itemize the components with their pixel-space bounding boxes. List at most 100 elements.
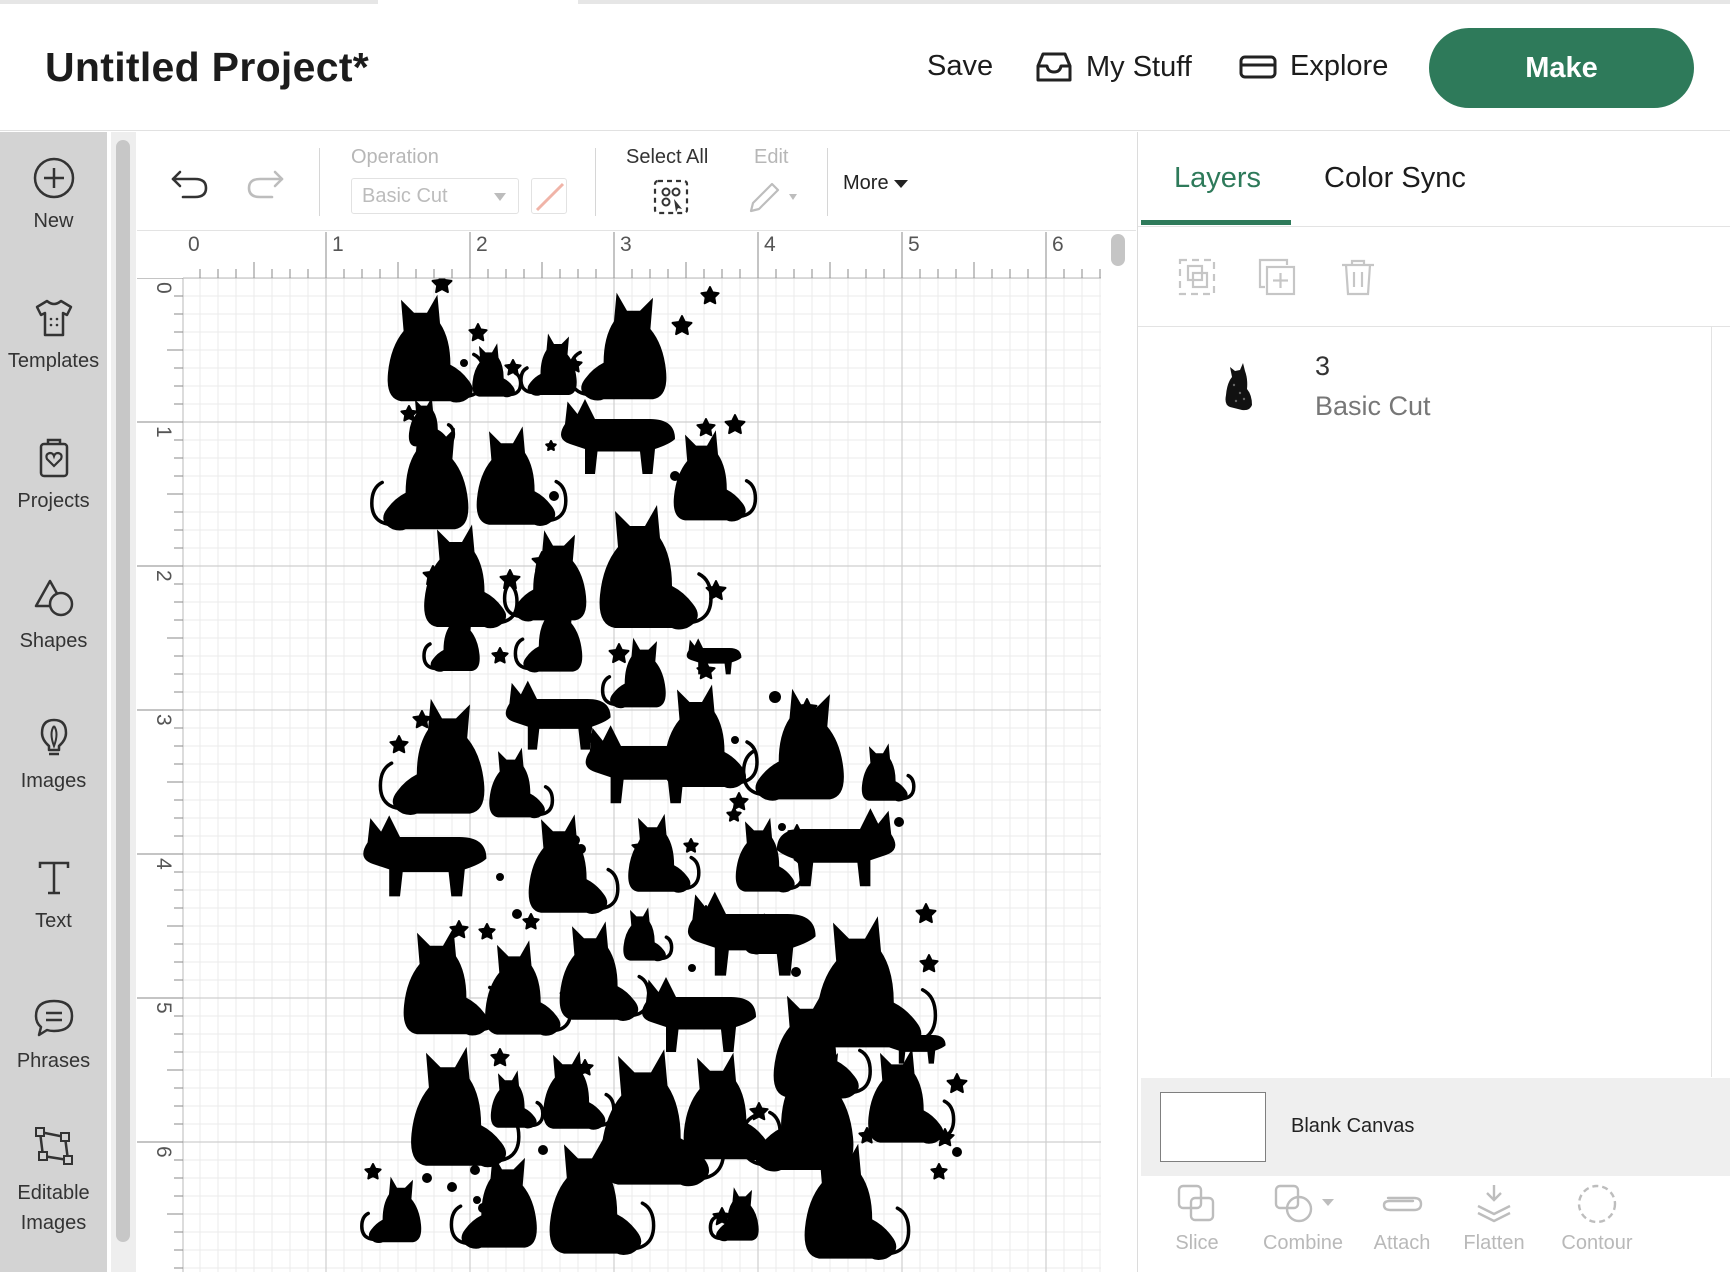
edit-label: Edit [754, 146, 789, 168]
dot-shape [478, 1203, 488, 1213]
combine-button[interactable]: Combine [1248, 1182, 1358, 1255]
dot-shape [570, 835, 580, 845]
explore-label: Explore [1290, 50, 1389, 82]
scrollbar-thumb[interactable] [1111, 234, 1125, 266]
slice-label: Slice [1175, 1232, 1219, 1254]
layer-tools: Slice Combine Attach Flatten Contour [1138, 1182, 1730, 1272]
toolbar-divider [595, 148, 596, 216]
layers-panel: Layers Color Sync 3 Basic Cut Blank Canv… [1137, 132, 1730, 1272]
project-title[interactable]: Untitled Project* [45, 44, 369, 91]
loading-bar [0, 0, 378, 4]
sidebar-item-shapes[interactable]: Shapes [0, 576, 107, 656]
my-stuff-button[interactable]: My Stuff [1034, 50, 1192, 84]
layer-row[interactable]: 3 Basic Cut [1218, 347, 1698, 437]
trash-icon[interactable] [1338, 257, 1378, 297]
sidebar-item-label: Editable [17, 1182, 90, 1204]
make-button[interactable]: Make [1429, 28, 1694, 108]
group-icon[interactable] [1177, 257, 1217, 297]
dot-shape [731, 736, 739, 744]
sidebar-item-images[interactable]: Images [0, 716, 107, 796]
attach-label: Attach [1373, 1232, 1431, 1254]
layer-thumbnail [1225, 363, 1252, 411]
sidebar-item-phrases[interactable]: Phrases [0, 996, 107, 1076]
left-sidebar: New Templates Projects Shapes Images Tex… [0, 132, 107, 1272]
contour-label: Contour [1561, 1232, 1633, 1254]
ruler-label-x: 0 [188, 233, 200, 256]
ruler-label-y: 4 [152, 858, 175, 870]
sidebar-item-label: Text [35, 910, 72, 932]
sidebar-item-new[interactable]: New [0, 156, 107, 236]
flatten-label: Flatten [1463, 1232, 1525, 1254]
dot-shape [698, 462, 706, 470]
dot-shape [447, 1182, 457, 1192]
blank-canvas-row[interactable]: Blank Canvas [1141, 1078, 1730, 1176]
inbox-icon [1036, 52, 1072, 82]
attach-button[interactable]: Attach [1364, 1182, 1440, 1255]
dot-shape [881, 1130, 889, 1138]
sidebar-item-templates[interactable]: Templates [0, 296, 107, 376]
tshirt-icon [35, 299, 72, 337]
design-canvas[interactable]: 0 1 2 3 4 5 6 0 1 2 3 4 5 6 [137, 232, 1136, 1272]
scrollbar-thumb[interactable] [116, 140, 130, 1242]
ruler-label-x: 3 [620, 233, 632, 256]
more-menu-button[interactable]: More [843, 172, 909, 195]
save-button[interactable]: Save [927, 50, 993, 83]
sidebar-item-label: Images [20, 770, 87, 792]
tab-color-sync[interactable]: Color Sync [1324, 162, 1466, 195]
explore-button[interactable]: Explore [1238, 50, 1388, 83]
duplicate-icon[interactable] [1257, 257, 1297, 297]
redo-icon[interactable] [245, 168, 285, 200]
sidebar-item-label: New [33, 210, 74, 232]
sidebar-scrollbar[interactable] [111, 132, 136, 1272]
machine-icon [1239, 55, 1277, 78]
editable-images-icon [34, 1127, 73, 1165]
plus-circle-icon [33, 157, 74, 199]
slice-button[interactable]: Slice [1162, 1182, 1232, 1255]
select-all-icon[interactable] [652, 178, 690, 216]
ruler-label-x: 2 [476, 233, 488, 256]
dot-shape [576, 844, 586, 854]
top-bar: Untitled Project* Save My Stuff Explore … [0, 0, 1730, 131]
sidebar-item-label: Phrases [16, 1050, 91, 1072]
divider [1138, 326, 1730, 327]
dot-shape [585, 733, 595, 743]
canvas-scrollbar[interactable] [1101, 232, 1136, 1272]
ruler-label-x: 5 [908, 233, 920, 256]
pencil-icon[interactable] [746, 178, 800, 214]
select-all-label: Select All [626, 146, 709, 168]
contour-icon [1577, 1184, 1617, 1224]
sidebar-item-label: Templates [7, 350, 100, 372]
layers-scroll-track [1711, 327, 1712, 1077]
tab-layers[interactable]: Layers [1174, 162, 1261, 195]
toolbar-divider [827, 148, 828, 216]
dot-shape [538, 1145, 548, 1155]
dot-shape [470, 1165, 480, 1175]
ruler-label-y: 2 [152, 570, 175, 582]
operation-label: Operation [351, 146, 439, 168]
dot-shape [473, 1196, 481, 1204]
ruler-label-y: 6 [152, 1146, 175, 1158]
sidebar-item-editable-images[interactable]: Editable Images [0, 1124, 107, 1238]
ruler-label-y: 3 [152, 714, 175, 726]
ruler-label-y: 1 [152, 426, 175, 438]
operation-value: Basic Cut [362, 185, 448, 207]
color-swatch[interactable] [531, 178, 567, 214]
ruler-corner [137, 232, 183, 278]
layer-name: 3 [1315, 351, 1331, 381]
divider [1138, 226, 1730, 227]
operation-select[interactable]: Basic Cut [351, 178, 519, 214]
edit-toolbar: Operation Basic Cut Select All Edit More [137, 132, 1136, 231]
sidebar-item-text[interactable]: Text [0, 856, 107, 936]
dot-shape [843, 955, 851, 963]
slice-icon [1177, 1184, 1215, 1222]
dot-shape [894, 817, 904, 827]
sidebar-item-projects[interactable]: Projects [0, 436, 107, 516]
undo-icon[interactable] [170, 168, 210, 200]
flatten-button[interactable]: Flatten [1452, 1182, 1536, 1255]
canvas-grid[interactable]: 0 1 2 3 4 5 6 0 1 2 3 4 5 6 [137, 232, 1101, 1272]
dot-shape [952, 1147, 962, 1157]
contour-button[interactable]: Contour [1552, 1182, 1642, 1255]
sidebar-item-label: Projects [17, 490, 90, 512]
dot-shape [670, 471, 680, 481]
blank-canvas-preview [1160, 1092, 1266, 1162]
